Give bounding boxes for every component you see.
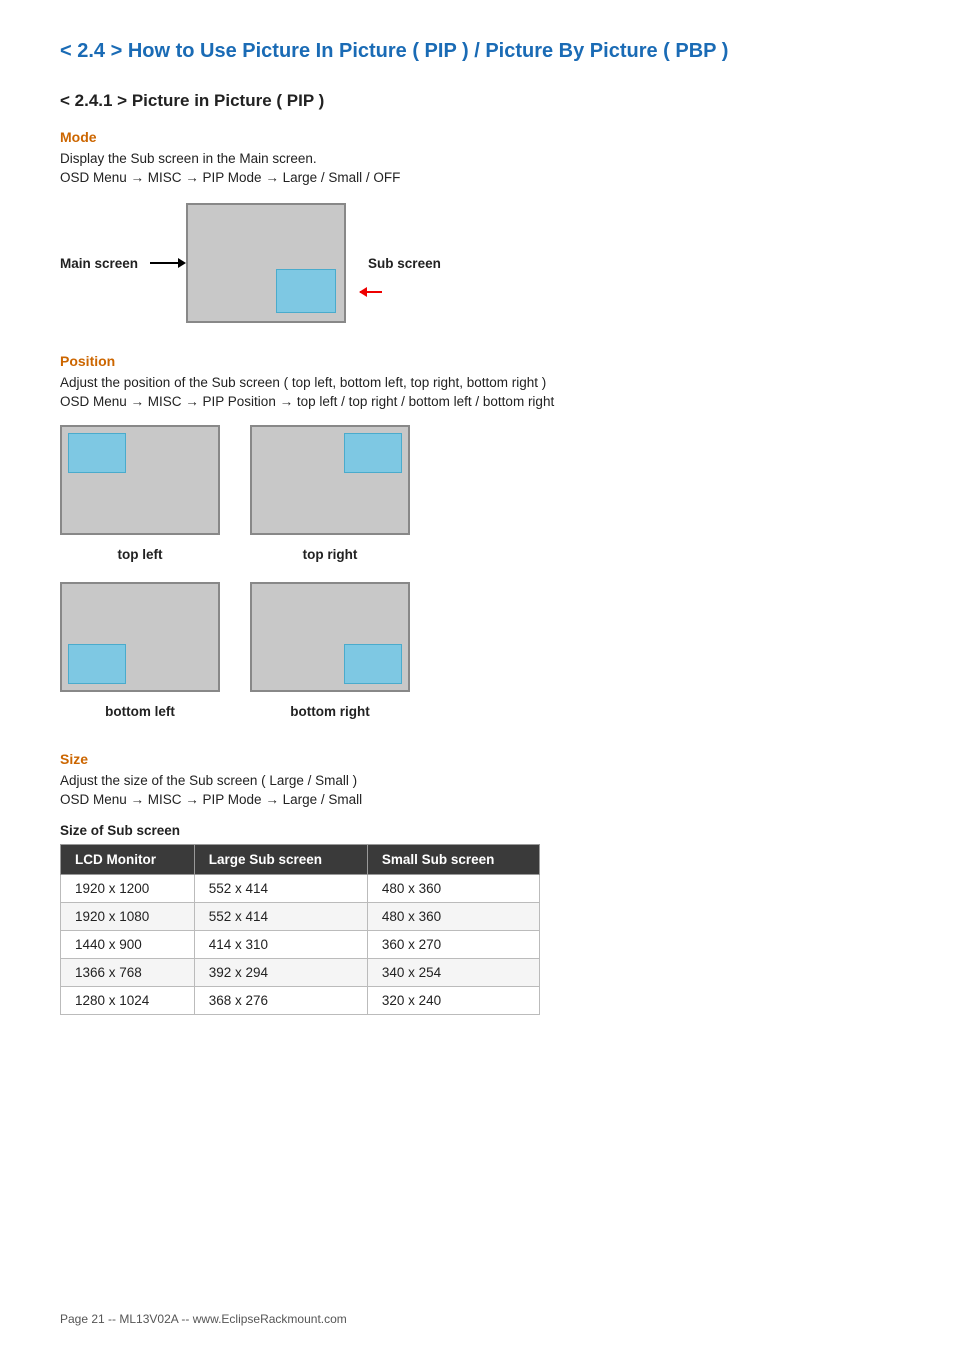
- table-cell-2-2: 360 x 270: [367, 931, 539, 959]
- size-table: LCD Monitor Large Sub screen Small Sub s…: [60, 844, 540, 1015]
- sub-screen-arrow: [360, 291, 382, 293]
- pos-box-top-left: [60, 425, 220, 535]
- pos-item-top-right: top right: [250, 425, 410, 562]
- sub-screen-label: Sub screen: [368, 256, 441, 271]
- position-diagrams-bottom: bottom left bottom right: [60, 582, 894, 719]
- arrow-head-red: [359, 287, 367, 297]
- th-large-sub: Large Sub screen: [194, 845, 367, 875]
- position-heading: Position: [60, 353, 894, 369]
- section-241-title: < 2.4.1 > Picture in Picture ( PIP ): [60, 91, 894, 111]
- pos-item-bottom-left: bottom left: [60, 582, 220, 719]
- size-desc1: Adjust the size of the Sub screen ( Larg…: [60, 773, 894, 788]
- table-header-row: LCD Monitor Large Sub screen Small Sub s…: [61, 845, 540, 875]
- table-cell-4-1: 368 x 276: [194, 987, 367, 1015]
- th-small-sub: Small Sub screen: [367, 845, 539, 875]
- table-cell-0-0: 1920 x 1200: [61, 875, 195, 903]
- mode-desc1: Display the Sub screen in the Main scree…: [60, 151, 894, 166]
- main-screen-label: Main screen: [60, 256, 138, 271]
- table-cell-4-2: 320 x 240: [367, 987, 539, 1015]
- position-desc2: OSD Menu → MISC → PIP Position → top lef…: [60, 394, 894, 409]
- table-row: 1440 x 900414 x 310360 x 270: [61, 931, 540, 959]
- table-cell-3-2: 340 x 254: [367, 959, 539, 987]
- pos-sub-bottom-right: [344, 644, 402, 684]
- table-cell-0-2: 480 x 360: [367, 875, 539, 903]
- arrow-head: [178, 258, 186, 268]
- table-cell-3-1: 392 x 294: [194, 959, 367, 987]
- size-section: Size Adjust the size of the Sub screen (…: [60, 751, 894, 1015]
- size-desc2: OSD Menu → MISC → PIP Mode → Large / Sma…: [60, 792, 894, 807]
- th-lcd-monitor: LCD Monitor: [61, 845, 195, 875]
- pos-sub-top-right: [344, 433, 402, 473]
- table-cell-1-2: 480 x 360: [367, 903, 539, 931]
- pos-sub-bottom-left: [68, 644, 126, 684]
- main-title: < 2.4 > How to Use Picture In Picture ( …: [60, 40, 894, 63]
- position-desc1: Adjust the position of the Sub screen ( …: [60, 375, 894, 390]
- table-row: 1366 x 768392 x 294340 x 254: [61, 959, 540, 987]
- pip-main-screen-box: [186, 203, 346, 323]
- sub-label-area: Sub screen: [356, 256, 441, 271]
- mode-heading: Mode: [60, 129, 894, 145]
- table-row: 1920 x 1200552 x 414480 x 360: [61, 875, 540, 903]
- pos-box-top-right: [250, 425, 410, 535]
- size-heading: Size: [60, 751, 894, 767]
- position-section: Position Adjust the position of the Sub …: [60, 353, 894, 719]
- table-title: Size of Sub screen: [60, 823, 894, 838]
- mode-desc2: OSD Menu → MISC → PIP Mode → Large / Sma…: [60, 170, 894, 185]
- pos-item-top-left: top left: [60, 425, 220, 562]
- pos-label-top-left: top left: [118, 547, 163, 562]
- pos-box-bottom-right: [250, 582, 410, 692]
- pip-sub-screen-box: [276, 269, 336, 313]
- pos-label-top-right: top right: [303, 547, 358, 562]
- pos-label-bottom-left: bottom left: [105, 704, 175, 719]
- page-container: < 2.4 > How to Use Picture In Picture ( …: [0, 0, 954, 1075]
- footer: Page 21 -- ML13V02A -- www.EclipseRackmo…: [60, 1312, 347, 1326]
- arrow-line-red: [360, 291, 382, 293]
- table-cell-0-1: 552 x 414: [194, 875, 367, 903]
- arrow-line: [150, 262, 178, 264]
- table-body: 1920 x 1200552 x 414480 x 3601920 x 1080…: [61, 875, 540, 1015]
- table-cell-1-0: 1920 x 1080: [61, 903, 195, 931]
- table-cell-3-0: 1366 x 768: [61, 959, 195, 987]
- table-cell-4-0: 1280 x 1024: [61, 987, 195, 1015]
- position-diagrams: top left top right: [60, 425, 894, 562]
- table-cell-2-0: 1440 x 900: [61, 931, 195, 959]
- pos-item-bottom-right: bottom right: [250, 582, 410, 719]
- pip-diagram: Main screen Sub screen: [60, 203, 894, 323]
- table-row: 1280 x 1024368 x 276320 x 240: [61, 987, 540, 1015]
- table-row: 1920 x 1080552 x 414480 x 360: [61, 903, 540, 931]
- pos-sub-top-left: [68, 433, 126, 473]
- table-cell-1-1: 552 x 414: [194, 903, 367, 931]
- pos-box-bottom-left: [60, 582, 220, 692]
- table-cell-2-1: 414 x 310: [194, 931, 367, 959]
- pos-label-bottom-right: bottom right: [290, 704, 369, 719]
- main-screen-arrow: Main screen: [60, 256, 186, 271]
